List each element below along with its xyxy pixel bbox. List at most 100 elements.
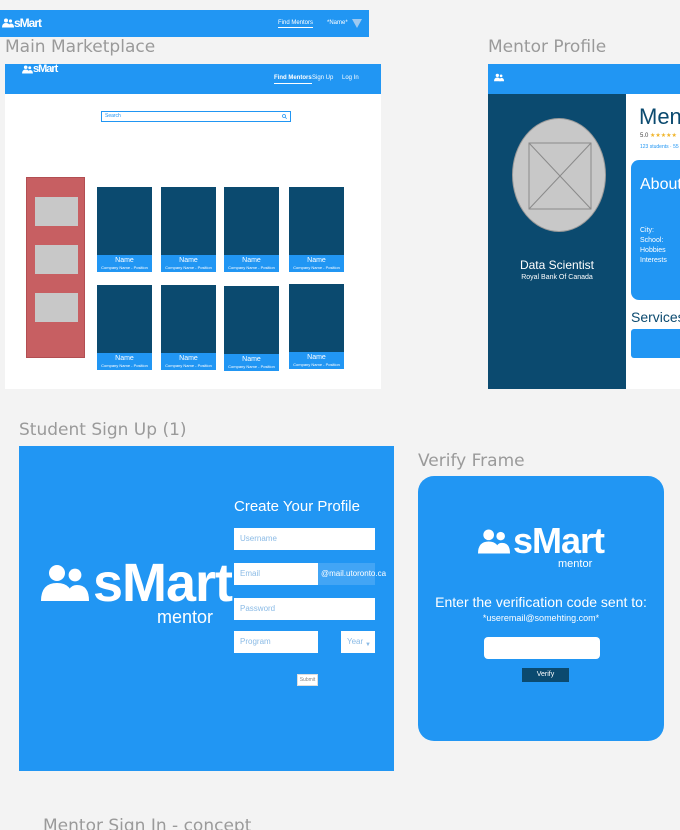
email-domain-text: @mail.utoronto.ca xyxy=(321,569,387,578)
password-field[interactable]: Password xyxy=(234,598,375,620)
nav-log-in[interactable]: Log In xyxy=(342,75,359,81)
logo[interactable]: sMart xyxy=(2,16,42,30)
frame-title-mentor-signin: Mentor Sign In - concept xyxy=(43,816,252,830)
filter-placeholder-block[interactable] xyxy=(35,245,78,274)
mentor-card-caption: Name Company Name - Position xyxy=(161,353,216,370)
mentor-card-name: Name xyxy=(307,354,326,361)
about-heading: About M xyxy=(640,176,680,193)
rating-value: 5.0 xyxy=(640,133,649,139)
mentor-card-position: Company Name - Position xyxy=(101,363,148,368)
nav-sign-up[interactable]: Sign Up xyxy=(312,75,333,81)
mentor-card-image xyxy=(161,187,216,255)
mentor-card-image xyxy=(224,286,279,354)
mentor-card-image xyxy=(161,285,216,353)
mentor-card-name: Name xyxy=(242,257,261,264)
mentor-card-image xyxy=(289,187,344,255)
password-placeholder: Password xyxy=(240,604,276,613)
verify-logo: sMart xyxy=(478,523,605,559)
mentor-card[interactable]: Name Company Name - Position xyxy=(161,187,216,273)
services-heading: Services xyxy=(631,309,680,325)
search-input[interactable]: Search xyxy=(101,111,291,122)
verify-button[interactable]: Verify xyxy=(522,668,569,682)
search-icon[interactable] xyxy=(282,114,287,119)
email-placeholder: Email xyxy=(240,569,261,578)
logo-text: sMart xyxy=(14,16,42,30)
email-field[interactable]: Email xyxy=(234,563,318,585)
top-nav-bar: sMart Find Mentors *Name* xyxy=(0,10,369,37)
filter-placeholder-block[interactable] xyxy=(35,197,78,226)
mentor-card-name: Name xyxy=(242,356,261,363)
mentor-card-name: Name xyxy=(179,355,198,362)
mentor-card-image xyxy=(289,284,344,352)
chevron-down-icon: ▼ xyxy=(365,642,371,648)
frame-title-verify: Verify Frame xyxy=(418,451,525,471)
mentor-card[interactable]: Name Company Name - Position xyxy=(161,285,216,371)
people-icon[interactable] xyxy=(494,73,504,82)
mentor-card[interactable]: Name Company Name - Position xyxy=(224,187,279,273)
people-icon xyxy=(22,65,33,74)
logo-text: sMart xyxy=(33,63,58,75)
about-interests: Interests xyxy=(640,257,667,264)
mentor-card-caption: Name Company Name - Position xyxy=(97,353,152,370)
mentor-card-position: Company Name - Position xyxy=(165,363,212,368)
mentor-card-caption: Name Company Name - Position xyxy=(289,255,344,272)
signup-heading: Create Your Profile xyxy=(234,498,360,515)
mentor-card-name: Name xyxy=(307,257,326,264)
mentor-card-caption: Name Company Name - Position xyxy=(224,354,279,371)
mentor-card[interactable]: Name Company Name - Position xyxy=(97,187,152,273)
mentor-card[interactable]: Name Company Name - Position xyxy=(289,187,344,273)
mentor-stats: 123 students · 55 xyxy=(640,144,679,150)
image-placeholder-icon xyxy=(528,142,592,210)
mentor-card-name: Name xyxy=(115,355,134,362)
star-rating-icon: ★★★★★ xyxy=(650,133,677,139)
signup-logo-sub: mentor xyxy=(157,608,213,626)
verification-code-input[interactable] xyxy=(484,637,600,659)
logo-subtext: mentor xyxy=(157,607,214,627)
frame-title-student-signup: Student Sign Up (1) xyxy=(19,420,187,440)
year-select[interactable]: Year ▼ xyxy=(341,631,375,653)
mentor-company: Royal Bank Of Canada xyxy=(521,274,593,281)
mentor-card[interactable]: Name Company Name - Position xyxy=(289,284,344,370)
mentor-card[interactable]: Name Company Name - Position xyxy=(224,286,279,372)
mentor-card-caption: Name Company Name - Position xyxy=(289,352,344,369)
search-placeholder: Search xyxy=(105,113,121,119)
services-item[interactable] xyxy=(631,329,680,358)
mentor-card-position: Company Name - Position xyxy=(228,265,275,270)
mentor-card[interactable]: Name Company Name - Position xyxy=(97,285,152,371)
filter-placeholder-block[interactable] xyxy=(35,293,78,322)
signup-logo: sMart xyxy=(41,553,233,613)
people-icon xyxy=(2,18,14,28)
mentor-card-caption: Name Company Name - Position xyxy=(97,255,152,272)
mentor-rating: 5.0 ★★★★★ xyxy=(640,132,677,139)
marketplace-logo[interactable]: sMart xyxy=(22,63,58,75)
nav-find-mentors[interactable]: Find Mentors xyxy=(274,75,312,84)
student-signup-frame: sMart mentor Create Your Profile Usernam… xyxy=(19,446,394,771)
mentor-card-name: Name xyxy=(179,257,198,264)
mentor-role: Data Scientist xyxy=(519,258,595,272)
frame-title-main-marketplace: Main Marketplace xyxy=(5,37,156,57)
mentor-card-position: Company Name - Position xyxy=(101,265,148,270)
verify-message: Enter the verification code sent to: xyxy=(435,594,647,610)
dropdown-triangle-icon[interactable] xyxy=(352,19,362,28)
program-field[interactable]: Program xyxy=(234,631,318,653)
mentor-card-position: Company Name - Position xyxy=(293,265,340,270)
verify-frame: sMart mentor Enter the verification code… xyxy=(418,476,664,741)
mentor-card-position: Company Name - Position xyxy=(228,364,275,369)
nav-find-mentors[interactable]: Find Mentors xyxy=(278,20,314,28)
mentor-card-position: Company Name - Position xyxy=(293,362,340,367)
mentor-name: Mentor xyxy=(639,104,680,129)
nav-name-menu[interactable]: *Name* xyxy=(327,20,348,26)
mentor-card-caption: Name Company Name - Position xyxy=(161,255,216,272)
username-placeholder: Username xyxy=(240,534,277,543)
profile-sidebar: Data Scientist Royal Bank Of Canada xyxy=(488,94,626,389)
mentor-card-image xyxy=(97,285,152,353)
about-hobbies: Hobbies xyxy=(640,247,666,254)
verify-logo-sub: mentor xyxy=(558,559,592,570)
mentor-card-image xyxy=(97,187,152,255)
mentor-card-name: Name xyxy=(115,257,134,264)
submit-button[interactable]: Submit xyxy=(297,674,318,686)
logo-text: sMart xyxy=(93,553,233,613)
email-domain-label: @mail.utoronto.ca xyxy=(318,563,386,585)
people-icon xyxy=(478,529,510,553)
username-field[interactable]: Username xyxy=(234,528,375,550)
